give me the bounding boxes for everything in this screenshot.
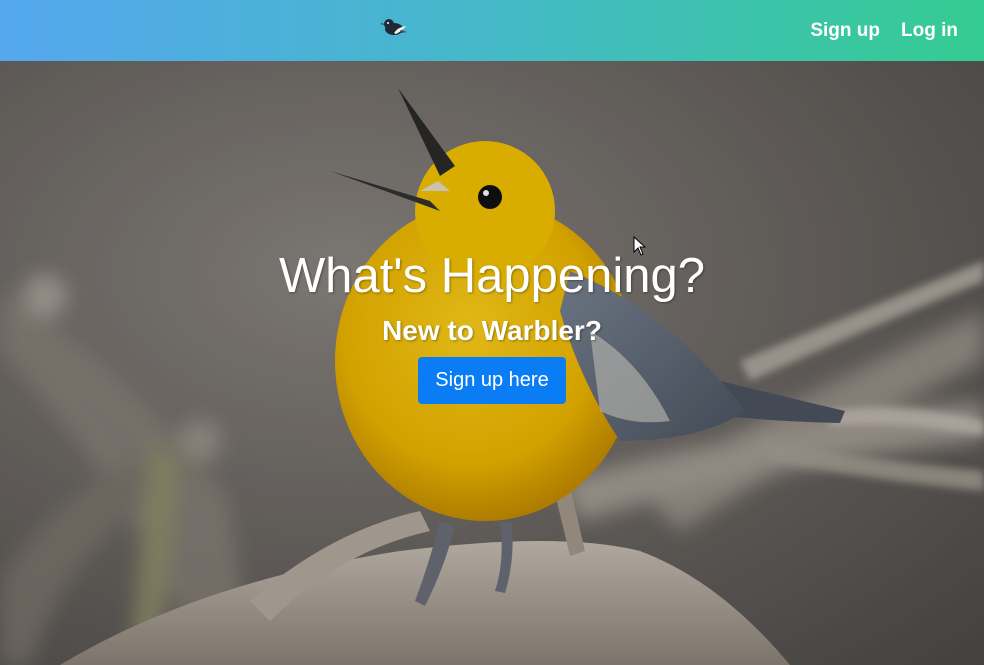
signup-link[interactable]: Sign up xyxy=(810,20,880,42)
hero-content: What's Happening? New to Warbler? Sign u… xyxy=(0,248,984,404)
signup-here-button[interactable]: Sign up here xyxy=(418,357,566,404)
hero-section: What's Happening? New to Warbler? Sign u… xyxy=(0,61,984,665)
bird-logo-icon[interactable] xyxy=(380,13,408,41)
hero-subtitle: New to Warbler? xyxy=(382,315,602,346)
hero-title: What's Happening? xyxy=(278,249,706,303)
login-link[interactable]: Log in xyxy=(901,20,958,42)
navbar: Sign up Log in xyxy=(0,0,984,61)
nav-links: Sign up Log in xyxy=(810,0,958,61)
mouse-pointer-icon xyxy=(633,236,647,256)
